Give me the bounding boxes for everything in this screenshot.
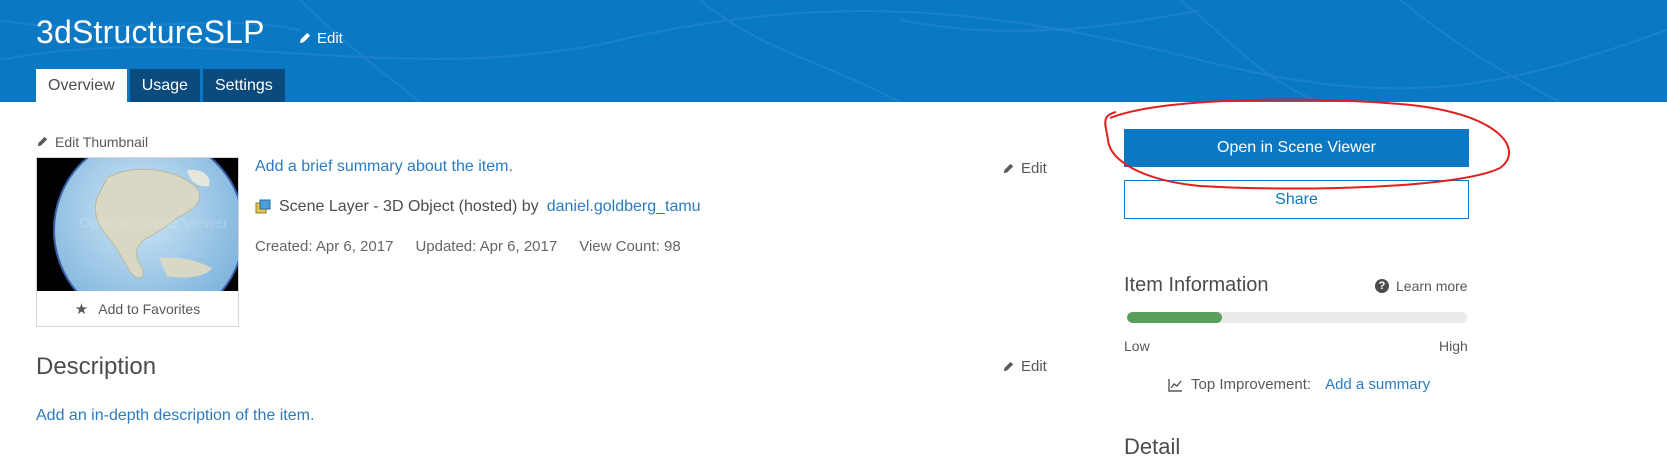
summary-edit-label: Edit [1021, 160, 1047, 177]
top-improvement: Top Improvement: Add a summary [1168, 376, 1430, 393]
description-placeholder-link[interactable]: Add an in-depth description of the item. [36, 407, 314, 425]
progress-high-label: High [1439, 338, 1468, 354]
tab-usage[interactable]: Usage [129, 69, 200, 102]
add-summary-link[interactable]: Add a summary [1325, 376, 1430, 393]
add-to-favorites-button[interactable]: ★ Add to Favorites [37, 291, 238, 326]
item-information-progress [1127, 312, 1467, 323]
edit-thumbnail-link[interactable]: Edit Thumbnail [36, 134, 148, 150]
learn-more-label: Learn more [1396, 278, 1468, 294]
favorites-label: Add to Favorites [98, 300, 201, 317]
created-date: Created: Apr 6, 2017 [255, 238, 394, 255]
help-icon: ? [1375, 279, 1389, 293]
thumbnail-image[interactable]: Open in Scene Viewer [37, 158, 238, 291]
learn-more-link[interactable]: ? Learn more [1375, 278, 1468, 294]
progress-low-label: Low [1124, 338, 1150, 354]
edit-thumbnail-label: Edit Thumbnail [55, 134, 149, 150]
open-in-scene-viewer-button[interactable]: Open in Scene Viewer [1124, 129, 1469, 167]
chart-icon [1168, 378, 1182, 392]
item-header: 3dStructureSLP Edit Overview Usage Setti… [0, 0, 1667, 102]
top-improvement-label: Top Improvement: [1191, 376, 1312, 393]
tab-bar: Overview Usage Settings [36, 69, 285, 102]
title-edit-label: Edit [317, 30, 343, 47]
item-type-text: Scene Layer - 3D Object (hosted) by [279, 198, 539, 215]
item-type-line: Scene Layer - 3D Object (hosted) by dani… [255, 198, 701, 216]
share-button[interactable]: Share [1124, 180, 1469, 219]
item-dates: Created: Apr 6, 2017 Updated: Apr 6, 201… [255, 238, 681, 255]
scene-layer-icon [255, 199, 271, 214]
updated-date: Updated: Apr 6, 2017 [415, 238, 558, 255]
tab-overview[interactable]: Overview [36, 69, 127, 102]
description-heading: Description [36, 353, 157, 380]
pencil-icon [37, 136, 48, 147]
details-heading: Detail [1124, 434, 1181, 459]
title-edit-link[interactable]: Edit [298, 30, 343, 47]
item-information-heading: Item Information [1124, 274, 1269, 296]
page-title: 3dStructureSLP [36, 14, 265, 50]
pencil-icon [1003, 163, 1014, 173]
summary-placeholder-link[interactable]: Add a brief summary about the item. [255, 158, 513, 176]
summary-edit-link[interactable]: Edit [1002, 160, 1047, 177]
description-edit-link[interactable]: Edit [1002, 358, 1047, 375]
pencil-icon [1003, 361, 1014, 371]
thumbnail-card: Open in Scene Viewer ★ Add to Favorites [36, 157, 239, 327]
tab-settings[interactable]: Settings [202, 69, 285, 102]
view-count: View Count: 98 [579, 238, 681, 255]
thumbnail-overlay-text: Open in Scene Viewer [79, 215, 228, 232]
owner-link[interactable]: daniel.goldberg_tamu [547, 198, 701, 216]
star-icon: ★ [74, 300, 89, 318]
progress-fill [1127, 312, 1223, 323]
pencil-icon [299, 32, 311, 44]
description-edit-label: Edit [1021, 358, 1047, 375]
